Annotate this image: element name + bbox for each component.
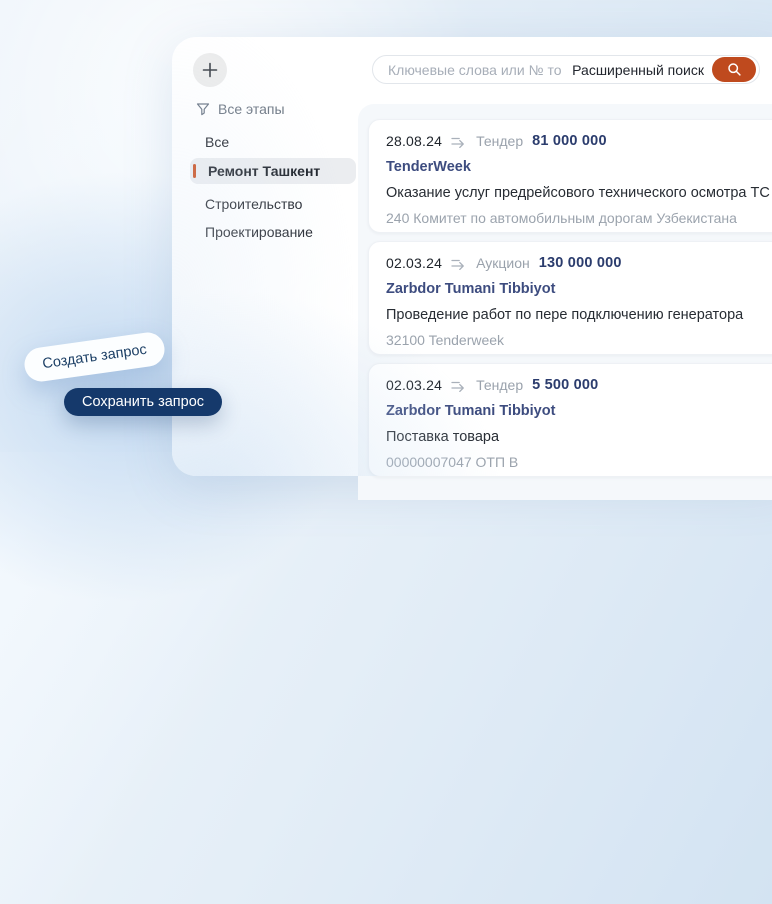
tender-amount: 130 000 000 (539, 255, 622, 271)
tender-customer: 240 Комитет по автомобильным дорогам Узб… (386, 210, 772, 226)
sidebar-item-label: Ремонт Ташкент (208, 163, 320, 179)
tender-type: Тендер (476, 377, 523, 393)
tender-type: Аукцион (476, 255, 530, 271)
search-input[interactable] (386, 61, 564, 79)
tender-card[interactable]: 02.03.24 Тендер 5 500 000 Zarbdor Tumani… (368, 363, 772, 477)
sidebar-item-stroitelstvo[interactable]: Строительство (205, 196, 302, 212)
plus-icon (202, 62, 218, 78)
tender-card[interactable]: 28.08.24 Тендер 81 000 000 TenderWeek Ок… (368, 119, 772, 233)
tender-list: 28.08.24 Тендер 81 000 000 TenderWeek Ок… (358, 104, 772, 500)
tender-card[interactable]: 02.03.24 Аукцион 130 000 000 Zarbdor Tum… (368, 241, 772, 355)
add-button[interactable] (193, 53, 227, 87)
tender-meta: 02.03.24 Аукцион 130 000 000 (386, 255, 772, 271)
tender-customer: 32100 Tenderweek (386, 332, 772, 348)
sidebar-item-all[interactable]: Все (205, 134, 229, 150)
organizer-link[interactable]: Zarbdor Tumani Tibbiyot (386, 403, 555, 419)
tender-date: 02.03.24 (386, 255, 442, 271)
tender-customer: 00000007047 ОТП В (386, 454, 772, 470)
tender-date: 02.03.24 (386, 377, 442, 393)
organizer-link[interactable]: TenderWeek (386, 159, 471, 175)
stage-filter-label: Все этапы (218, 101, 285, 117)
selected-marker (193, 164, 196, 178)
funnel-icon (196, 102, 210, 116)
search-button[interactable] (712, 57, 756, 82)
sidebar-item-proektirovanie[interactable]: Проектирование (205, 224, 313, 240)
transfer-arrow-icon (451, 257, 467, 270)
main-panel: Расширенный поиск Все этапы Все Ремонт Т… (172, 37, 772, 476)
stage-filter[interactable]: Все этапы (196, 101, 285, 117)
organizer-link[interactable]: Zarbdor Tumani Tibbiyot (386, 281, 555, 297)
sidebar-item-remont-tashkent[interactable]: Ремонт Ташкент (190, 158, 356, 184)
transfer-arrow-icon (451, 135, 467, 148)
tender-title: Оказание услуг предрейсового техническог… (386, 185, 772, 201)
tender-amount: 5 500 000 (532, 377, 598, 393)
tender-type: Тендер (476, 133, 523, 149)
save-request-button[interactable]: Сохранить запрос (64, 388, 222, 416)
tender-meta: 02.03.24 Тендер 5 500 000 (386, 377, 772, 393)
advanced-search-link[interactable]: Расширенный поиск (572, 62, 704, 78)
tender-meta: 28.08.24 Тендер 81 000 000 (386, 133, 772, 149)
tender-title: Проведение работ по пере подключению ген… (386, 307, 772, 323)
search-bar: Расширенный поиск (372, 55, 760, 84)
tender-amount: 81 000 000 (532, 133, 607, 149)
transfer-arrow-icon (451, 379, 467, 392)
search-icon (727, 62, 742, 77)
tender-date: 28.08.24 (386, 133, 442, 149)
tender-title: Поставка товара (386, 429, 772, 445)
